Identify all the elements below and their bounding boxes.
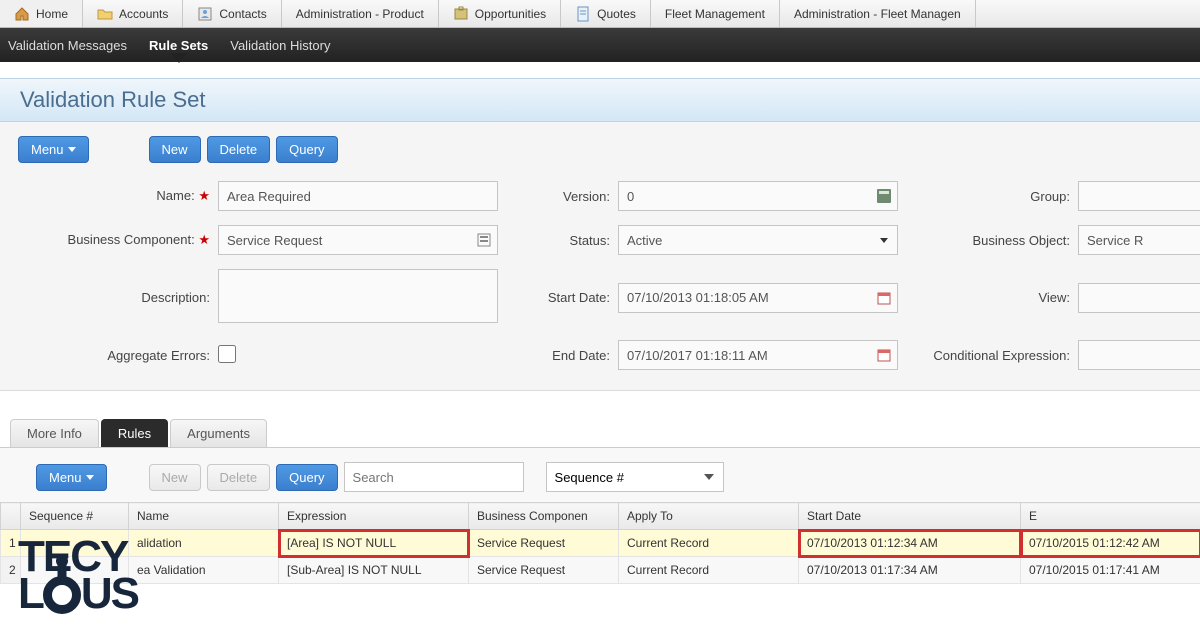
nav-label: Administration - Product [296, 7, 424, 21]
grid-menu-button[interactable]: Menu [36, 464, 107, 491]
page-title: Validation Rule Set [20, 87, 1180, 113]
cell-expr[interactable]: [Area] IS NOT NULL [279, 530, 469, 557]
grid-toolbar: Menu New Delete Query Sequence # [0, 462, 1200, 492]
cell-expr[interactable]: [Sub-Area] IS NOT NULL [279, 557, 469, 584]
col-business-component[interactable]: Business Componen [469, 503, 619, 530]
nav-label: Accounts [119, 7, 168, 21]
query-button[interactable]: Query [276, 136, 337, 163]
grid-delete-button[interactable]: Delete [207, 464, 271, 491]
rules-applet: Menu New Delete Query Sequence # Sequenc… [0, 447, 1200, 584]
nav-tab-opportunities[interactable]: Opportunities [439, 0, 561, 27]
col-sequence[interactable]: Sequence # [21, 503, 129, 530]
col-name[interactable]: Name [129, 503, 279, 530]
nav-tab-contacts[interactable]: Contacts [183, 0, 281, 27]
nav-label: Quotes [597, 7, 636, 21]
cell-bc[interactable]: Service Request [469, 557, 619, 584]
rules-table: Sequence # Name Expression Business Comp… [0, 502, 1200, 584]
nav-tab-accounts[interactable]: Accounts [83, 0, 183, 27]
sub-nav: Validation Messages Rule Sets Validation… [0, 28, 1200, 62]
group-label: Group: [898, 189, 1078, 204]
bo-label: Business Object: [898, 233, 1078, 248]
nav-label: Administration - Fleet Managen [794, 7, 961, 21]
grid-new-button[interactable]: New [149, 464, 201, 491]
sort-select[interactable]: Sequence # [546, 462, 724, 492]
cell-end[interactable]: 07/10/2015 01:17:41 AM [1021, 557, 1200, 584]
row-number-header [1, 503, 21, 530]
form-toolbar: Menu New Delete Query [18, 136, 1182, 163]
view-label: View: [898, 290, 1078, 305]
tab-arguments[interactable]: Arguments [170, 419, 267, 447]
caret-down-icon [68, 147, 76, 152]
subnav-validation-history[interactable]: Validation History [230, 38, 330, 53]
cell-apply[interactable]: Current Record [619, 557, 799, 584]
end-date-field[interactable] [618, 340, 898, 370]
cond-expr-label: Conditional Expression: [898, 348, 1078, 363]
business-object-field[interactable] [1078, 225, 1200, 255]
new-button[interactable]: New [149, 136, 201, 163]
description-field[interactable] [218, 269, 498, 323]
folder-icon [97, 6, 113, 22]
start-date-field[interactable] [618, 283, 898, 313]
status-label: Status: [498, 233, 618, 248]
nav-tab-admin-product[interactable]: Administration - Product [282, 0, 439, 27]
cell-end[interactable]: 07/10/2015 01:12:42 AM [1021, 530, 1200, 557]
col-start-date[interactable]: Start Date [799, 503, 1021, 530]
col-end-date[interactable]: E [1021, 503, 1200, 530]
main-nav: Home Accounts Contacts Administration - … [0, 0, 1200, 28]
cell-start[interactable]: 07/10/2013 01:17:34 AM [799, 557, 1021, 584]
opportunity-icon [453, 6, 469, 22]
name-field[interactable] [218, 181, 498, 211]
cell-apply[interactable]: Current Record [619, 530, 799, 557]
table-row[interactable]: 2ea Validation[Sub-Area] IS NOT NULLServ… [1, 557, 1200, 584]
view-field[interactable] [1078, 283, 1200, 313]
aggregate-errors-checkbox[interactable] [218, 345, 236, 363]
subnav-rule-sets[interactable]: Rule Sets [149, 38, 208, 53]
menu-button[interactable]: Menu [18, 136, 89, 163]
nav-label: Fleet Management [665, 7, 765, 21]
table-row[interactable]: 1alidation[Area] IS NOT NULLService Requ… [1, 530, 1200, 557]
aggregate-errors-label: Aggregate Errors: [18, 348, 218, 363]
start-date-label: Start Date: [498, 290, 618, 305]
description-label: Description: [18, 290, 218, 305]
delete-button[interactable]: Delete [207, 136, 271, 163]
chevron-down-icon [704, 474, 714, 480]
nav-tab-quotes[interactable]: Quotes [561, 0, 651, 27]
cell-start[interactable]: 07/10/2013 01:12:34 AM [799, 530, 1021, 557]
business-component-field[interactable] [218, 225, 498, 255]
cell-name[interactable]: ea Validation [129, 557, 279, 584]
nav-tab-admin-fleet[interactable]: Administration - Fleet Managen [780, 0, 976, 27]
nav-tab-home[interactable]: Home [0, 0, 83, 27]
grid-query-button[interactable]: Query [276, 464, 337, 491]
quote-icon [575, 6, 591, 22]
bc-label: Business Component: ★ [18, 232, 218, 248]
nav-label: Home [36, 7, 68, 21]
end-date-label: End Date: [498, 348, 618, 363]
group-field[interactable] [1078, 181, 1200, 211]
version-label: Version: [498, 189, 618, 204]
tab-more-info[interactable]: More Info [10, 419, 99, 447]
conditional-expression-field[interactable] [1078, 340, 1200, 370]
section-header: Validation Rule Set [0, 78, 1200, 122]
detail-tabs: More Info Rules Arguments [0, 419, 1200, 447]
nav-tab-fleet[interactable]: Fleet Management [651, 0, 780, 27]
nav-label: Opportunities [475, 7, 546, 21]
home-icon [14, 6, 30, 22]
subnav-validation-messages[interactable]: Validation Messages [8, 38, 127, 53]
cell-bc[interactable]: Service Request [469, 530, 619, 557]
nav-label: Contacts [219, 7, 266, 21]
watermark-logo [18, 539, 138, 614]
caret-down-icon [86, 475, 94, 480]
contact-icon [197, 6, 213, 22]
col-apply-to[interactable]: Apply To [619, 503, 799, 530]
cell-name[interactable]: alidation [129, 530, 279, 557]
status-field[interactable] [618, 225, 898, 255]
search-input[interactable] [344, 462, 524, 492]
tab-rules[interactable]: Rules [101, 419, 168, 447]
col-expression[interactable]: Expression [279, 503, 469, 530]
version-field[interactable] [618, 181, 898, 211]
form-applet: Menu New Delete Query Name: ★ Version: G… [0, 122, 1200, 391]
name-label: Name: ★ [18, 188, 218, 204]
